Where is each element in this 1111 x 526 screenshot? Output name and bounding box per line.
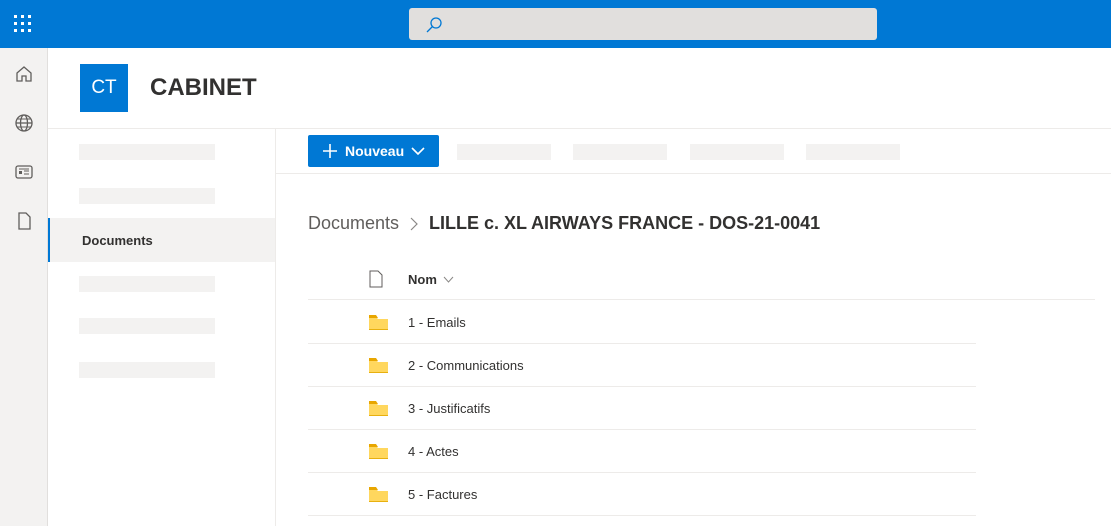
folder-name[interactable]: 5 - Factures bbox=[408, 487, 477, 502]
folder-icon bbox=[369, 358, 388, 373]
chevron-right-icon bbox=[410, 217, 418, 230]
nav-placeholder bbox=[79, 362, 215, 378]
breadcrumb-current: LILLE c. XL AIRWAYS FRANCE - DOS-21-0041 bbox=[429, 213, 821, 233]
chevron-down-icon bbox=[443, 276, 454, 283]
site-title[interactable]: CABINET bbox=[150, 74, 257, 102]
folder-icon bbox=[369, 401, 388, 416]
nav-item-documents[interactable]: Documents bbox=[48, 218, 275, 262]
globe-icon[interactable] bbox=[14, 113, 34, 133]
command-placeholder bbox=[690, 144, 784, 160]
command-placeholder bbox=[573, 144, 667, 160]
list-row[interactable]: 3 - Justificatifs bbox=[308, 387, 976, 430]
list-row[interactable]: 4 - Actes bbox=[308, 430, 976, 473]
command-placeholder bbox=[457, 144, 551, 160]
folder-name[interactable]: 3 - Justificatifs bbox=[408, 401, 490, 416]
search-input[interactable] bbox=[409, 8, 877, 40]
folder-name[interactable]: 2 - Communications bbox=[408, 358, 524, 373]
folder-icon bbox=[369, 315, 388, 330]
news-icon[interactable] bbox=[14, 162, 34, 182]
chevron-down-icon bbox=[411, 147, 425, 156]
home-icon[interactable] bbox=[14, 64, 34, 84]
breadcrumb: Documents LILLE c. XL AIRWAYS FRANCE - D… bbox=[308, 213, 820, 234]
left-navigation: Documents bbox=[48, 129, 276, 526]
column-header-name[interactable]: Nom bbox=[408, 272, 454, 287]
list-row[interactable]: 2 - Communications bbox=[308, 344, 976, 387]
plus-icon bbox=[323, 144, 337, 158]
file-type-icon[interactable] bbox=[369, 270, 383, 288]
nav-placeholder bbox=[79, 318, 215, 334]
list-header: Nom bbox=[308, 262, 1095, 300]
site-logo[interactable]: CT bbox=[80, 64, 128, 112]
new-button[interactable]: Nouveau bbox=[308, 135, 439, 167]
app-bar bbox=[0, 48, 48, 526]
divider bbox=[276, 173, 1111, 174]
list-row[interactable]: 5 - Factures bbox=[308, 473, 976, 516]
folder-name[interactable]: 1 - Emails bbox=[408, 315, 466, 330]
nav-placeholder bbox=[79, 276, 215, 292]
search-icon bbox=[426, 17, 442, 33]
folder-icon bbox=[369, 444, 388, 459]
app-launcher-icon[interactable] bbox=[14, 15, 32, 33]
nav-placeholder bbox=[79, 144, 215, 160]
folder-icon bbox=[369, 487, 388, 502]
column-header-label: Nom bbox=[408, 272, 437, 287]
list-row[interactable]: 1 - Emails bbox=[308, 301, 976, 344]
folder-name[interactable]: 4 - Actes bbox=[408, 444, 459, 459]
nav-placeholder bbox=[79, 188, 215, 204]
new-button-label: Nouveau bbox=[345, 143, 405, 159]
breadcrumb-root[interactable]: Documents bbox=[308, 213, 399, 234]
suite-header bbox=[0, 0, 1111, 48]
command-placeholder bbox=[806, 144, 900, 160]
document-icon[interactable] bbox=[14, 211, 34, 231]
